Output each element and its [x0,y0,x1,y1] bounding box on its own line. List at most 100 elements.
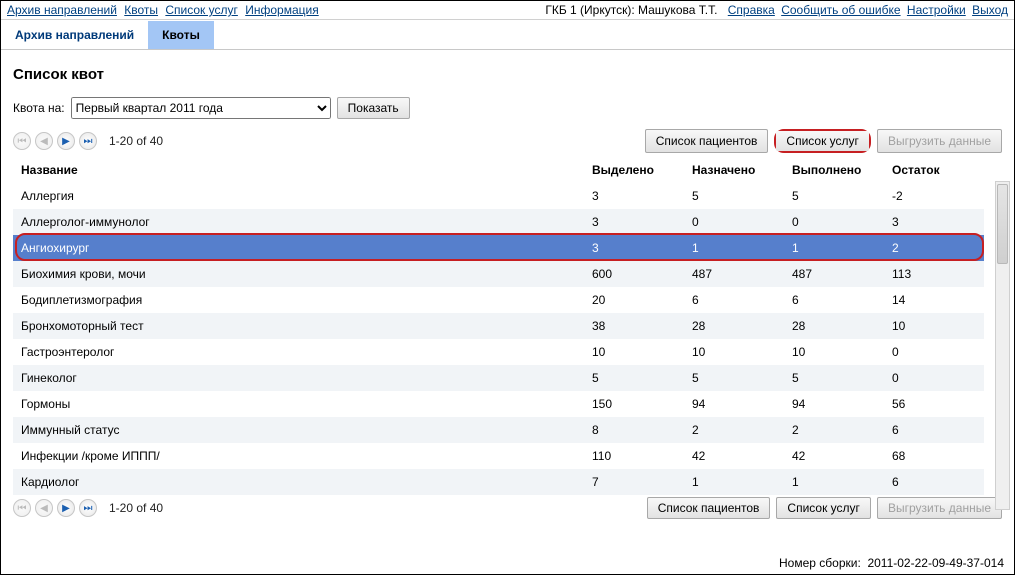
cell-value: 2 [784,417,884,443]
cell-value: 8 [584,417,684,443]
report-error-link[interactable]: Сообщить об ошибке [781,3,900,17]
cell-value: 600 [584,261,684,287]
first-page-icon[interactable]: ⏮ [13,132,31,150]
settings-link[interactable]: Настройки [907,3,966,17]
tab-quotas[interactable]: Квоты [148,21,214,49]
cell-value: 487 [784,261,884,287]
patients-list-button[interactable]: Список пациентов [647,497,771,519]
cell-name: Аллерголог-иммунолог [13,209,584,235]
cell-value: 2 [884,235,984,261]
build-number: 2011-02-22-09-49-37-014 [867,556,1004,570]
nav-info-link[interactable]: Информация [245,3,318,17]
build-footer: Номер сборки: 2011-02-22-09-49-37-014 [779,552,1010,572]
table-row[interactable]: Ангиохирург3112 [13,235,984,261]
table-row[interactable]: Иммунный статус8226 [13,417,984,443]
cell-value: 5 [784,365,884,391]
cell-value: 3 [584,209,684,235]
cell-value: 94 [684,391,784,417]
first-page-icon[interactable]: ⏮ [13,499,31,517]
table-row[interactable]: Гастроэнтеролог1010100 [13,339,984,365]
col-done[interactable]: Выполнено [784,157,884,183]
pager-range-top: 1-20 of 40 [109,134,163,148]
filter-row: Квота на: Первый квартал 2011 года Показ… [13,97,1002,119]
app-frame: Архив направлений Квоты Список услуг Инф… [0,0,1015,575]
patients-list-button[interactable]: Список пациентов [645,129,769,153]
last-page-icon[interactable]: ⏭ [79,132,97,150]
cell-value: 0 [884,339,984,365]
cell-name: Иммунный статус [13,417,584,443]
cell-value: 2 [684,417,784,443]
table-row[interactable]: Гинеколог5550 [13,365,984,391]
top-bar: Архив направлений Квоты Список услуг Инф… [1,1,1014,20]
prev-page-icon[interactable]: ◀ [35,132,53,150]
cell-name: Аллергия [13,183,584,209]
nav-archive-link[interactable]: Архив направлений [7,3,117,17]
cell-value: 7 [584,469,684,495]
page-title: Список квот [13,66,1002,83]
pager-row-top: ⏮ ◀ ▶ ⏭ 1-20 of 40 Список пациентов Спис… [13,129,1002,153]
cell-name: Бодиплетизмография [13,287,584,313]
table-row[interactable]: Аллерголог-иммунолог3003 [13,209,984,235]
col-assigned[interactable]: Назначено [684,157,784,183]
col-rest[interactable]: Остаток [884,157,984,183]
next-page-icon[interactable]: ▶ [57,132,75,150]
cell-value: 68 [884,443,984,469]
action-buttons-bottom: Список пациентов Список услуг Выгрузить … [647,497,1002,519]
col-allocated[interactable]: Выделено [584,157,684,183]
cell-value: 94 [784,391,884,417]
table-row[interactable]: Инфекции /кроме ИППП/110424268 [13,443,984,469]
pager-row-bottom: ⏮ ◀ ▶ ⏭ 1-20 of 40 Список пациентов Спис… [13,497,1002,519]
cell-value: 3 [584,235,684,261]
cell-value: 56 [884,391,984,417]
nav-services-link[interactable]: Список услуг [165,3,238,17]
cell-value: 0 [784,209,884,235]
cell-name: Гинеколог [13,365,584,391]
cell-value: 6 [684,287,784,313]
cell-value: 0 [884,365,984,391]
cell-value: 487 [684,261,784,287]
logout-link[interactable]: Выход [972,3,1008,17]
scrollbar-thumb[interactable] [997,184,1008,264]
cell-value: 110 [584,443,684,469]
table-row[interactable]: Бронхомоторный тест38282810 [13,313,984,339]
table-row[interactable]: Гормоны150949456 [13,391,984,417]
period-select[interactable]: Первый квартал 2011 года [71,97,331,119]
cell-name: Биохимия крови, мочи [13,261,584,287]
table-row[interactable]: Кардиолог7116 [13,469,984,495]
table-row[interactable]: Бодиплетизмография206614 [13,287,984,313]
action-buttons-top: Список пациентов Список услуг Выгрузить … [645,129,1002,153]
vertical-scrollbar[interactable] [995,181,1010,510]
last-page-icon[interactable]: ⏭ [79,499,97,517]
period-label: Квота на: [13,101,65,115]
cell-value: 20 [584,287,684,313]
user-context-label: ГКБ 1 (Иркутск): Машукова Т.Т. [545,3,717,17]
cell-value: 1 [784,469,884,495]
show-button[interactable]: Показать [337,97,410,119]
tab-bar: Архив направлений Квоты [1,21,1014,50]
nav-quotas-link[interactable]: Квоты [124,3,158,17]
cell-value: 6 [884,469,984,495]
table-row[interactable]: Аллергия355-2 [13,183,984,209]
services-list-button[interactable]: Список услуг [776,131,869,151]
export-button: Выгрузить данные [877,497,1002,519]
table-wrapper: Название Выделено Назначено Выполнено Ос… [13,157,1002,495]
cell-value: 1 [684,469,784,495]
cell-value: 3 [884,209,984,235]
cell-value: 10 [884,313,984,339]
next-page-icon[interactable]: ▶ [57,499,75,517]
services-list-button[interactable]: Список услуг [776,497,871,519]
table-row[interactable]: Биохимия крови, мочи600487487113 [13,261,984,287]
cell-value: 1 [684,235,784,261]
services-button-highlight: Список услуг [774,129,871,153]
col-name[interactable]: Название [13,157,584,183]
cell-value: 6 [784,287,884,313]
pager-controls-top: ⏮ ◀ ▶ ⏭ 1-20 of 40 [13,132,163,150]
content-area: Список квот Квота на: Первый квартал 201… [1,50,1014,525]
cell-name: Инфекции /кроме ИППП/ [13,443,584,469]
cell-value: 10 [584,339,684,365]
prev-page-icon[interactable]: ◀ [35,499,53,517]
cell-value: 5 [784,183,884,209]
help-link[interactable]: Справка [728,3,775,17]
pager-controls-bottom: ⏮ ◀ ▶ ⏭ 1-20 of 40 [13,499,163,517]
tab-archive[interactable]: Архив направлений [1,21,148,49]
